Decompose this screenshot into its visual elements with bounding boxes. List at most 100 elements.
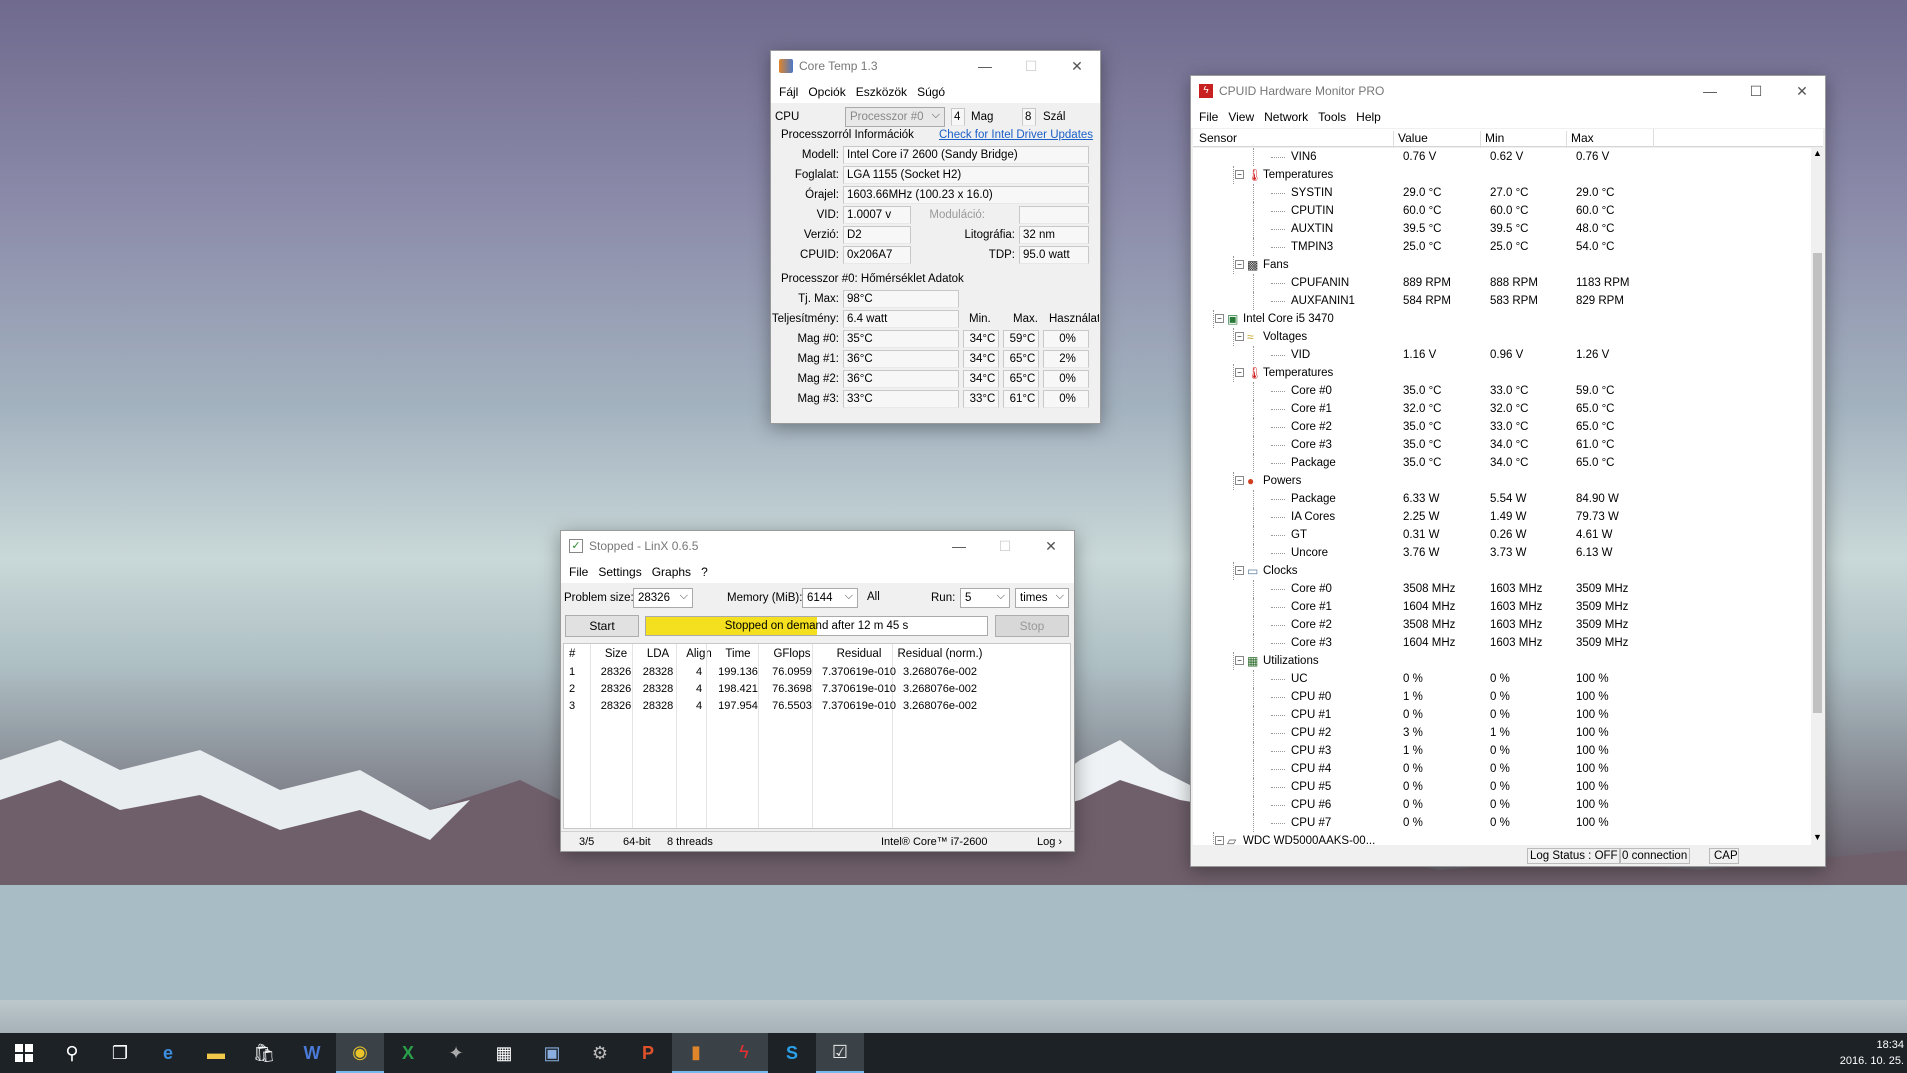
sensor-row[interactable]: CPU #4 0 % 0 % 100 % — [1193, 760, 1811, 778]
driver-update-link[interactable]: Check for Intel Driver Updates — [939, 129, 1093, 141]
log-button[interactable]: Log › — [1037, 836, 1062, 848]
sensor-row[interactable]: Core #0 3508 MHz 1603 MHz 3509 MHz — [1193, 580, 1811, 598]
menu-view[interactable]: View — [1228, 110, 1254, 124]
sensor-row[interactable]: Core #1 32.0 °C 32.0 °C 65.0 °C — [1193, 400, 1811, 418]
store-icon[interactable]: 🛍 — [240, 1033, 288, 1073]
sensor-row[interactable]: VID 1.16 V 0.96 V 1.26 V — [1193, 346, 1811, 364]
sensor-row[interactable]: Core #0 35.0 °C 33.0 °C 59.0 °C — [1193, 382, 1811, 400]
edge-icon[interactable]: e — [144, 1033, 192, 1073]
sensor-row[interactable]: Core #2 35.0 °C 33.0 °C 65.0 °C — [1193, 418, 1811, 436]
settings-app-icon[interactable]: ✦ — [432, 1033, 480, 1073]
sensor-row[interactable]: TMPIN3 25.0 °C 25.0 °C 54.0 °C — [1193, 238, 1811, 256]
minimize-icon[interactable]: — — [936, 531, 982, 561]
collapse-toggle-icon[interactable]: − — [1235, 260, 1244, 269]
sensor-row[interactable]: − ▭ Clocks — [1193, 562, 1811, 580]
close-icon[interactable]: ✕ — [1779, 76, 1825, 106]
all-memory-label[interactable]: All — [867, 591, 880, 603]
maximize-icon[interactable]: ☐ — [1733, 76, 1779, 106]
powerpoint-icon[interactable]: P — [624, 1033, 672, 1073]
table-row[interactable]: 1 28326 28328 4 199.136 76.0959 7.370619e-010 3… — [564, 666, 1070, 683]
chrome-icon[interactable]: ◉ — [336, 1033, 384, 1073]
run-unit-select[interactable]: times — [1015, 587, 1069, 608]
collapse-toggle-icon[interactable]: − — [1235, 476, 1244, 485]
collapse-toggle-icon[interactable]: − — [1235, 332, 1244, 341]
start-button[interactable] — [0, 1033, 48, 1073]
sensor-row[interactable]: − 🌡 Temperatures — [1193, 166, 1811, 184]
menu-options[interactable]: Opciók — [808, 85, 845, 99]
linx-titlebar[interactable]: ✓ Stopped - LinX 0.6.5 — ☐ ✕ — [561, 531, 1074, 561]
col-sensor[interactable]: Sensor — [1199, 131, 1237, 145]
sensor-row[interactable]: CPU #6 0 % 0 % 100 % — [1193, 796, 1811, 814]
start-button[interactable]: Start — [565, 615, 639, 637]
sensor-row[interactable]: − ● Powers — [1193, 472, 1811, 490]
sensor-row[interactable]: VIN6 0.76 V 0.62 V 0.76 V — [1193, 148, 1811, 166]
benchmark-icon[interactable]: ⚙ — [576, 1033, 624, 1073]
scroll-down-icon[interactable]: ▼ — [1813, 832, 1822, 842]
calculator-icon[interactable]: ▦ — [480, 1033, 528, 1073]
task-view-icon[interactable]: ❐ — [96, 1033, 144, 1073]
stop-button[interactable]: Stop — [995, 615, 1069, 637]
skype-icon[interactable]: S — [768, 1033, 816, 1073]
collapse-toggle-icon[interactable]: − — [1215, 314, 1224, 323]
sensor-row[interactable]: − ▱ WDC WD5000AAKS-00... — [1193, 832, 1811, 845]
word-icon[interactable]: W — [288, 1033, 336, 1073]
maximize-icon[interactable]: ☐ — [1008, 51, 1054, 81]
table-header-cell[interactable]: Residual (norm.) — [894, 648, 986, 660]
menu-file[interactable]: File — [569, 565, 588, 579]
excel-icon[interactable]: X — [384, 1033, 432, 1073]
collapse-toggle-icon[interactable]: − — [1235, 170, 1244, 179]
coretemp-titlebar[interactable]: Core Temp 1.3 — ☐ ✕ — [771, 51, 1100, 81]
sensor-row[interactable]: Uncore 3.76 W 3.73 W 6.13 W — [1193, 544, 1811, 562]
sensor-row[interactable]: CPUFANIN 889 RPM 888 RPM 1183 RPM — [1193, 274, 1811, 292]
menu-network[interactable]: Network — [1264, 110, 1308, 124]
table-header-cell[interactable]: Residual — [814, 648, 904, 660]
sensor-row[interactable]: CPU #3 1 % 0 % 100 % — [1193, 742, 1811, 760]
sensor-row[interactable]: AUXTIN 39.5 °C 39.5 °C 48.0 °C — [1193, 220, 1811, 238]
sensor-row[interactable]: CPU #5 0 % 0 % 100 % — [1193, 778, 1811, 796]
menu-tools[interactable]: Tools — [1318, 110, 1346, 124]
sensor-row[interactable]: − ▩ Fans — [1193, 256, 1811, 274]
sensor-row[interactable]: CPU #1 0 % 0 % 100 % — [1193, 706, 1811, 724]
menu-settings[interactable]: Settings — [598, 565, 641, 579]
sensor-row[interactable]: Core #2 3508 MHz 1603 MHz 3509 MHz — [1193, 616, 1811, 634]
sensor-row[interactable]: − ▦ Utilizations — [1193, 652, 1811, 670]
save-icon[interactable]: ▣ — [528, 1033, 576, 1073]
collapse-toggle-icon[interactable]: − — [1235, 566, 1244, 575]
clock[interactable]: 18:34 2016. 10. 25. — [1838, 1037, 1904, 1069]
col-max[interactable]: Max — [1566, 131, 1594, 149]
sensor-row[interactable]: AUXFANIN1 584 RPM 583 RPM 829 RPM — [1193, 292, 1811, 310]
minimize-icon[interactable]: — — [962, 51, 1008, 81]
folder-icon[interactable]: ▬ — [192, 1033, 240, 1073]
sensor-row[interactable]: Core #1 1604 MHz 1603 MHz 3509 MHz — [1193, 598, 1811, 616]
coretemp-task-icon[interactable]: ▮ — [672, 1033, 720, 1073]
table-header-cell[interactable]: LDA — [634, 648, 682, 660]
run-count-select[interactable]: 5 — [960, 587, 1010, 608]
sensor-row[interactable]: SYSTIN 29.0 °C 27.0 °C 29.0 °C — [1193, 184, 1811, 202]
memory-select[interactable]: 6144 — [802, 587, 858, 608]
collapse-toggle-icon[interactable]: − — [1235, 368, 1244, 377]
processor-select[interactable]: Processzor #0 — [845, 106, 945, 127]
menu-file[interactable]: Fájl — [779, 85, 798, 99]
sensor-row[interactable]: Package 6.33 W 5.54 W 84.90 W — [1193, 490, 1811, 508]
sensor-row[interactable]: CPU #7 0 % 0 % 100 % — [1193, 814, 1811, 832]
menu-help[interactable]: Súgó — [917, 85, 945, 99]
hwmonitor-titlebar[interactable]: ϟ CPUID Hardware Monitor PRO — ☐ ✕ — [1191, 76, 1825, 106]
table-header-cell[interactable]: Time — [708, 648, 768, 660]
problem-size-select[interactable]: 28326 — [633, 587, 693, 608]
maximize-icon[interactable]: ☐ — [982, 531, 1028, 561]
hwmonitor-task-icon[interactable]: ϟ — [720, 1033, 768, 1073]
close-icon[interactable]: ✕ — [1054, 51, 1100, 81]
sensor-row[interactable]: − ▣ Intel Core i5 3470 — [1193, 310, 1811, 328]
linx-task-icon[interactable]: ☑ — [816, 1033, 864, 1073]
menu-help[interactable]: Help — [1356, 110, 1381, 124]
sensor-row[interactable]: GT 0.31 W 0.26 W 4.61 W — [1193, 526, 1811, 544]
sensor-scrollbar[interactable]: ▲ ▼ — [1811, 148, 1824, 845]
close-icon[interactable]: ✕ — [1028, 531, 1074, 561]
scroll-thumb[interactable] — [1813, 253, 1822, 713]
sensor-row[interactable]: Package 35.0 °C 34.0 °C 65.0 °C — [1193, 454, 1811, 472]
sensor-row[interactable]: CPU #2 3 % 1 % 100 % — [1193, 724, 1811, 742]
table-row[interactable]: 2 28326 28328 4 198.421 76.3698 7.370619e-010 3… — [564, 683, 1070, 700]
sensor-row[interactable]: − ≈ Voltages — [1193, 328, 1811, 346]
collapse-toggle-icon[interactable]: − — [1215, 836, 1224, 845]
scroll-up-icon[interactable]: ▲ — [1813, 148, 1822, 158]
